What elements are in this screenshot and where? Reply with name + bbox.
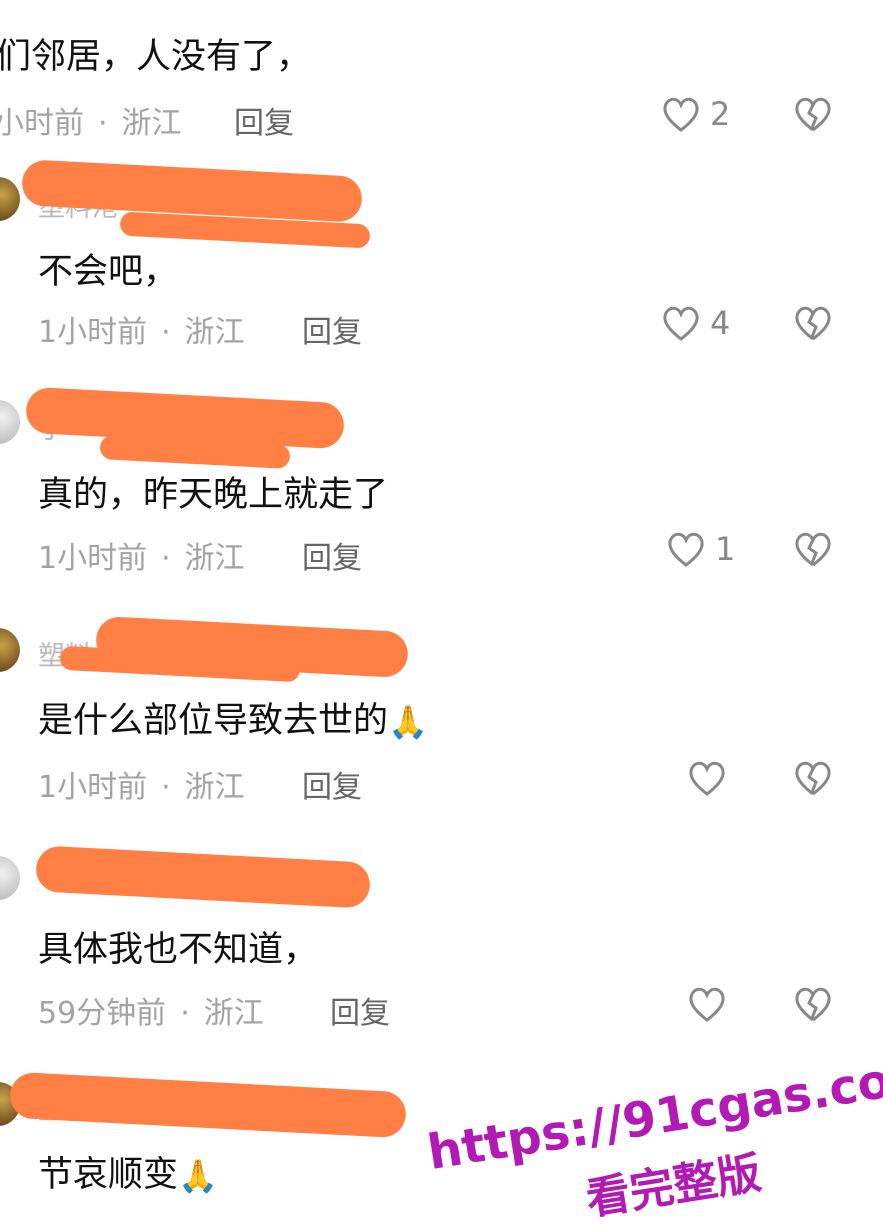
reply-button[interactable]: 回复: [302, 307, 362, 351]
avatar[interactable]: [0, 400, 20, 444]
comment-text: 是什么部位导致去世的🙏: [38, 692, 428, 743]
like-button[interactable]: 4: [660, 303, 730, 343]
like-button[interactable]: [686, 984, 736, 1024]
broken-heart-icon: [795, 306, 831, 341]
meta-separator: ·: [180, 996, 190, 1031]
like-count: 1: [715, 530, 736, 568]
comment-text: 节哀顺变🙏: [38, 1146, 218, 1197]
comment-location: 浙江: [184, 770, 245, 805]
dislike-button[interactable]: [792, 94, 834, 138]
heart-icon: [689, 987, 725, 1022]
comment-time: 59分钟前: [38, 996, 167, 1031]
broken-heart-icon: [795, 987, 831, 1022]
redaction-mark: [35, 845, 371, 909]
like-count: 4: [710, 304, 731, 342]
comment-text-body: 节哀顺变: [38, 1155, 179, 1195]
comment-meta: 59分钟前 · 浙江: [38, 988, 264, 1032]
heart-icon: [663, 306, 699, 341]
comment-meta: 1小时前 · 浙江: [38, 533, 245, 577]
broken-heart-icon: [795, 761, 831, 796]
comment-text-body: 是什么部位导致去世的: [38, 701, 389, 741]
comment-time: 1小时前: [38, 770, 148, 805]
dislike-button[interactable]: [792, 529, 834, 573]
comment-location: 浙江: [121, 106, 182, 141]
like-count: 2: [710, 95, 731, 133]
reply-button[interactable]: 回复: [302, 533, 362, 577]
meta-separator: ·: [161, 541, 171, 576]
like-button[interactable]: [686, 758, 736, 798]
redaction-mark: [9, 1071, 407, 1139]
avatar[interactable]: [0, 628, 20, 672]
comment-text: 真的，昨天晚上就走了: [38, 475, 389, 515]
comment-time: 小时前: [0, 106, 84, 141]
heart-icon: [663, 97, 699, 132]
like-button[interactable]: 1: [665, 529, 735, 569]
heart-icon: [668, 532, 704, 567]
avatar[interactable]: [0, 856, 20, 900]
meta-separator: ·: [161, 315, 171, 350]
dislike-button[interactable]: [792, 303, 834, 347]
meta-separator: ·: [161, 770, 171, 805]
comment-time: 1小时前: [38, 315, 148, 350]
comment-meta: 1小时前 · 浙江: [38, 762, 245, 806]
like-button[interactable]: 2: [660, 94, 730, 134]
comment-text: 不会吧，: [38, 252, 179, 292]
avatar[interactable]: [0, 177, 20, 221]
comment-meta: 小时前 · 浙江: [0, 98, 182, 142]
pray-icon: 🙏: [178, 1157, 218, 1195]
dislike-button[interactable]: [792, 758, 834, 802]
comment-location: 浙江: [184, 315, 245, 350]
comment-text: 具体我也不知道，: [38, 930, 319, 970]
pray-icon: 🙏: [388, 703, 428, 741]
reply-button[interactable]: 回复: [330, 988, 390, 1032]
broken-heart-icon: [795, 97, 831, 132]
heart-icon: [689, 761, 725, 796]
comment-time: 1小时前: [38, 541, 148, 576]
comment-meta: 1小时前 · 浙江: [38, 307, 245, 351]
broken-heart-icon: [795, 532, 831, 567]
comment-text: 们邻居，人没有了，: [0, 37, 312, 77]
comment-location: 浙江: [203, 996, 264, 1031]
reply-button[interactable]: 回复: [302, 762, 362, 806]
meta-separator: ·: [98, 106, 108, 141]
dislike-button[interactable]: [792, 984, 834, 1028]
comment-location: 浙江: [184, 541, 245, 576]
reply-button[interactable]: 回复: [234, 98, 294, 142]
